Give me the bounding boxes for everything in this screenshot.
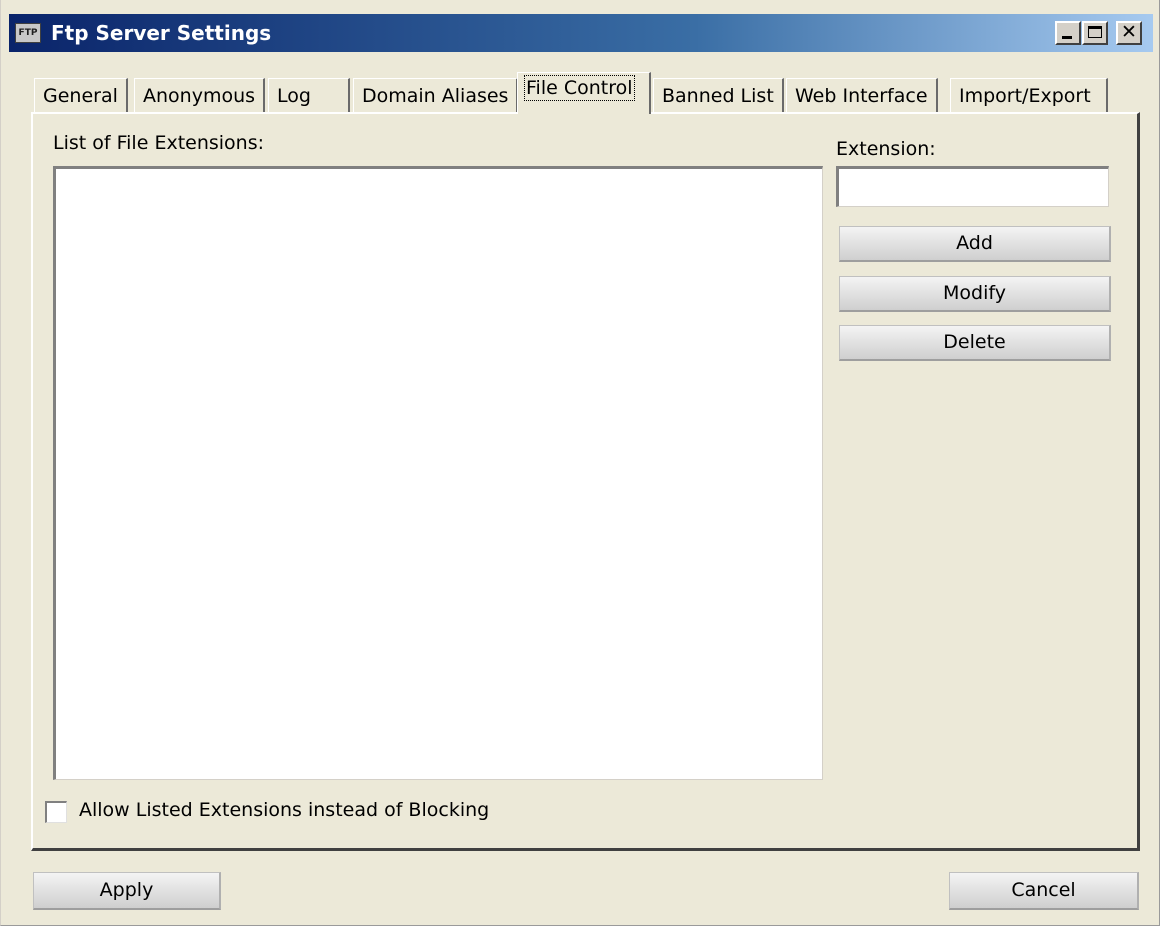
tab-web-interface[interactable]: Web Interface: [786, 78, 938, 112]
maximize-icon: [1088, 26, 1102, 38]
tab-label: Anonymous: [143, 85, 256, 107]
window-title: Ftp Server Settings: [51, 21, 272, 45]
tab-label: Log: [277, 85, 311, 107]
minimize-button[interactable]: [1055, 21, 1081, 45]
close-icon: ✕: [1121, 21, 1137, 43]
tab-label: Banned List: [662, 85, 774, 107]
minimize-icon: [1062, 36, 1072, 39]
tab-import-export[interactable]: Import/Export: [950, 78, 1108, 112]
title-bar[interactable]: FTP Ftp Server Settings ✕: [9, 14, 1153, 52]
ftp-server-settings-window: FTP Ftp Server Settings ✕ General Anonym…: [0, 0, 1160, 926]
tab-log[interactable]: Log: [268, 78, 350, 112]
tab-anonymous[interactable]: Anonymous: [134, 78, 266, 112]
cancel-button[interactable]: Cancel: [949, 872, 1139, 910]
tab-label: Domain Aliases: [362, 85, 509, 107]
close-button[interactable]: ✕: [1116, 21, 1142, 45]
extension-label: Extension:: [836, 138, 936, 160]
tab-label: Web Interface: [795, 85, 928, 107]
apply-button[interactable]: Apply: [33, 872, 221, 910]
delete-button[interactable]: Delete: [839, 325, 1111, 361]
tab-banned-list[interactable]: Banned List: [653, 78, 784, 112]
extension-input[interactable]: [836, 166, 1109, 207]
file-extensions-listbox[interactable]: [53, 166, 823, 780]
modify-button[interactable]: Modify: [839, 276, 1111, 312]
tab-label: Import/Export: [959, 85, 1091, 107]
allow-listed-extensions-checkbox[interactable]: [45, 801, 67, 823]
tab-general[interactable]: General: [34, 78, 128, 112]
tab-file-control[interactable]: File Control: [517, 72, 651, 114]
ftp-app-icon: FTP: [15, 23, 41, 43]
tab-label: File Control: [524, 75, 635, 101]
maximize-button[interactable]: [1082, 21, 1108, 45]
allow-listed-extensions-label: Allow Listed Extensions instead of Block…: [79, 799, 490, 821]
tab-label: General: [43, 85, 118, 107]
tab-domain-aliases[interactable]: Domain Aliases: [353, 78, 519, 112]
add-button[interactable]: Add: [839, 226, 1111, 262]
file-extensions-list-label: List of File Extensions:: [53, 132, 265, 154]
